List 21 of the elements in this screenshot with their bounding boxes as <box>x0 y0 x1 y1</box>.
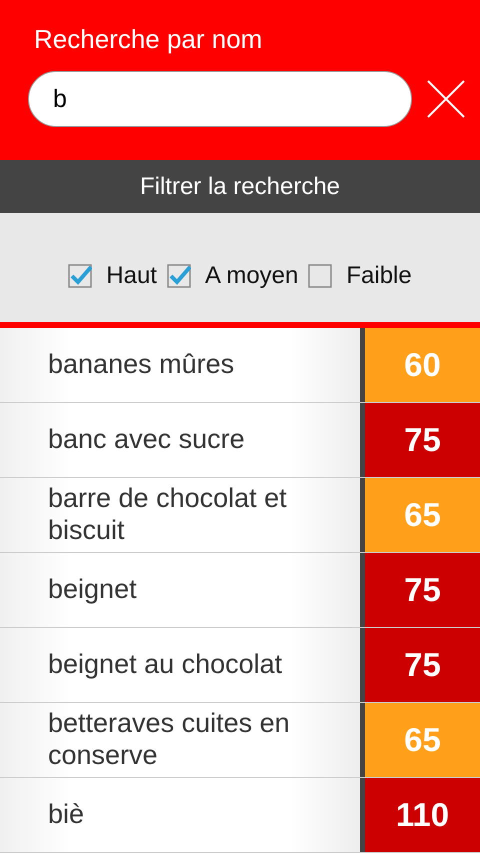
food-name[interactable]: beignet <box>0 553 365 627</box>
food-name[interactable]: banc avec sucre <box>0 403 365 477</box>
filter-checkbox[interactable]: Haut <box>68 262 157 290</box>
food-name[interactable]: bananes mûres <box>0 328 365 402</box>
page-title: Recherche par nom <box>34 24 262 55</box>
close-icon[interactable] <box>426 79 466 119</box>
score-badge: 60 <box>365 328 480 402</box>
search-field[interactable]: b <box>28 71 412 127</box>
score-badge: 75 <box>365 403 480 477</box>
food-name[interactable]: betteraves cuites en conserve <box>0 703 365 777</box>
score-badge: 65 <box>365 478 480 552</box>
score-badge: 75 <box>365 553 480 627</box>
score-badge: 110 <box>365 778 480 852</box>
food-name[interactable]: biè <box>0 778 365 852</box>
filter-heading: Filtrer la recherche <box>140 172 340 200</box>
filter-checkbox[interactable]: A moyen <box>166 262 298 290</box>
score-badge: 65 <box>365 703 480 777</box>
filter-checkbox[interactable]: Faible <box>308 262 412 290</box>
food-name[interactable]: barre de chocolat et biscuit <box>0 478 365 552</box>
score-badge: 75 <box>365 628 480 702</box>
food-name[interactable]: beignet au chocolat <box>0 628 365 702</box>
